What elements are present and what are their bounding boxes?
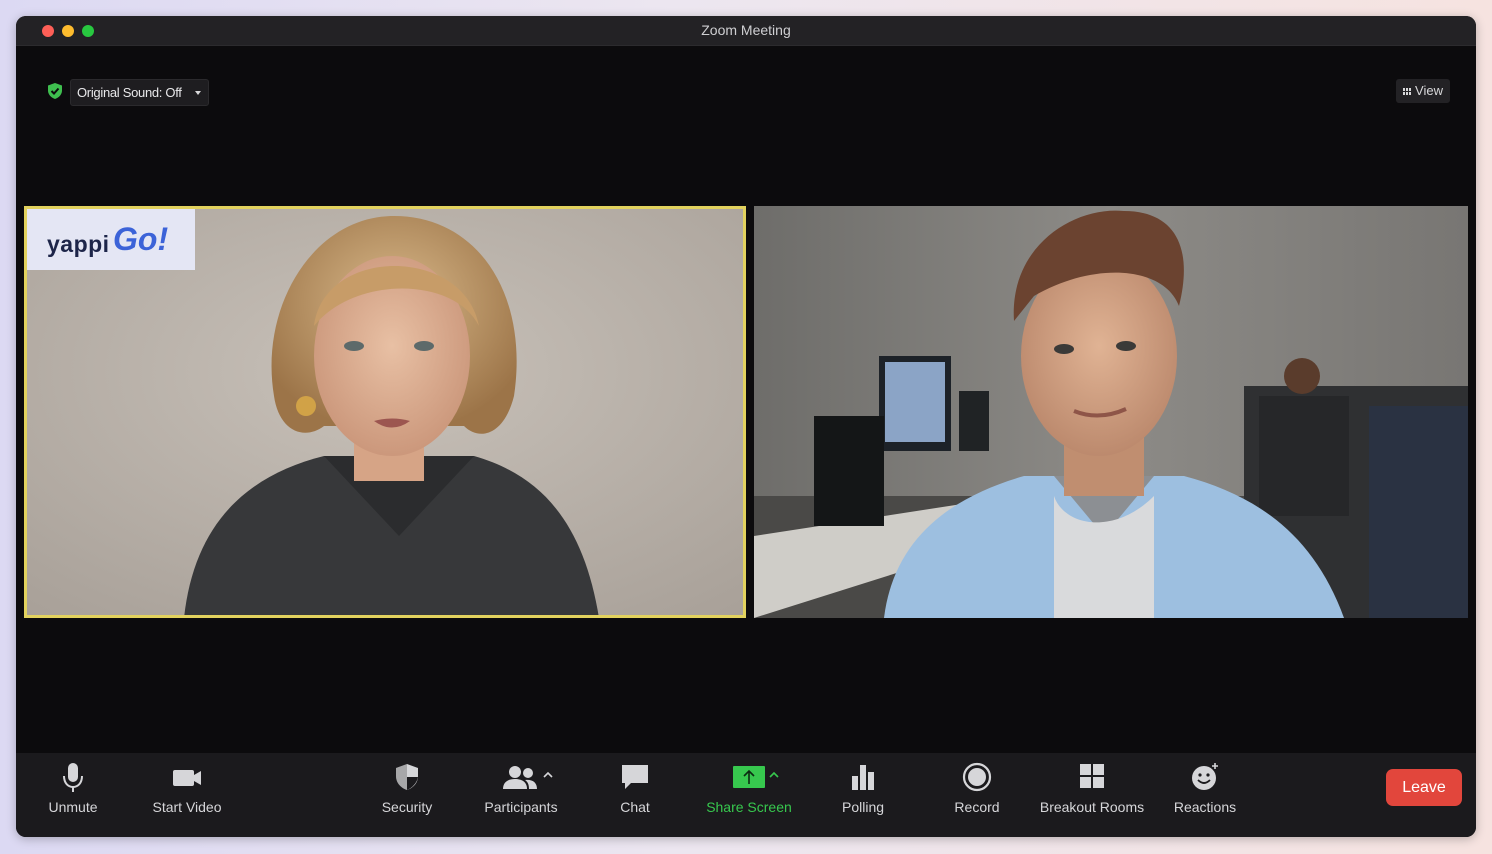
participants-button[interactable]: Participants: [478, 753, 564, 837]
leave-button[interactable]: Leave: [1386, 769, 1462, 806]
polling-label: Polling: [841, 799, 885, 815]
shield-icon: [372, 761, 442, 795]
unmute-button[interactable]: Unmute: [36, 753, 110, 837]
share-screen-label: Share Screen: [706, 799, 792, 815]
grid-view-icon: [1403, 88, 1413, 96]
zoom-window: Zoom Meeting Original Sound: Off View ya…: [16, 16, 1476, 837]
original-sound-dropdown[interactable]: Original Sound: Off: [70, 79, 209, 106]
logo-text-go: Go!: [113, 221, 169, 257]
microphone-icon: [36, 761, 110, 795]
start-video-button[interactable]: Start Video: [144, 753, 230, 837]
start-video-label: Start Video: [152, 799, 222, 815]
reactions-button[interactable]: Reactions: [1170, 753, 1240, 837]
share-options-chevron-up-icon[interactable]: [769, 771, 779, 779]
smiley-add-icon: [1170, 761, 1240, 795]
participant-man-video-image: [754, 206, 1468, 618]
chat-button[interactable]: Chat: [606, 753, 664, 837]
original-sound-label: Original Sound: Off: [77, 85, 182, 100]
chat-label: Chat: [620, 799, 650, 815]
breakout-rooms-label: Breakout Rooms: [1039, 799, 1145, 815]
share-screen-icon: [704, 761, 794, 795]
breakout-rooms-grid-icon: [1038, 761, 1146, 795]
window-title: Zoom Meeting: [701, 22, 791, 38]
participant-video[interactable]: [754, 206, 1468, 618]
security-label: Security: [381, 799, 433, 815]
participants-options-chevron-up-icon[interactable]: [543, 771, 553, 779]
chat-bubble-icon: [606, 761, 664, 795]
breakout-rooms-button[interactable]: Breakout Rooms: [1038, 753, 1146, 837]
view-label: View: [1415, 83, 1443, 98]
participants-label: Participants: [484, 799, 558, 815]
title-bar: Zoom Meeting: [16, 16, 1476, 46]
record-button[interactable]: Record: [946, 753, 1008, 837]
record-icon: [946, 761, 1008, 795]
logo-text-yappi: yappi: [47, 231, 110, 257]
unmute-label: Unmute: [48, 799, 98, 815]
reactions-label: Reactions: [1173, 799, 1237, 815]
participant-video-active-speaker[interactable]: yappi Go!: [24, 206, 746, 618]
record-label: Record: [954, 799, 1000, 815]
chevron-down-icon: [194, 91, 201, 95]
view-button[interactable]: View: [1396, 79, 1450, 103]
meeting-toolbar: Unmute Start Video Security Participants…: [16, 753, 1476, 837]
security-button[interactable]: Security: [372, 753, 442, 837]
polling-button[interactable]: Polling: [834, 753, 892, 837]
video-camera-icon: [144, 761, 230, 795]
encryption-shield-icon[interactable]: [46, 82, 64, 100]
yappigo-logo: yappi Go!: [27, 209, 195, 270]
bar-chart-icon: [834, 761, 892, 795]
share-screen-button[interactable]: Share Screen: [704, 753, 794, 837]
